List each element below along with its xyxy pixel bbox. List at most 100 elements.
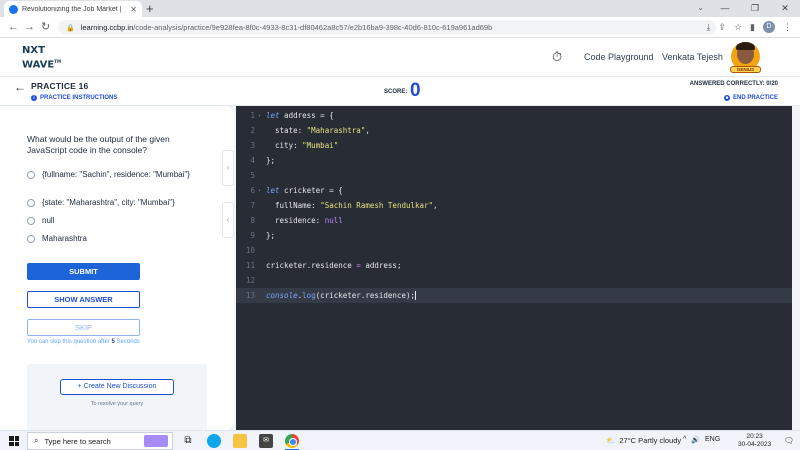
notification-icon[interactable]: 🗨 bbox=[784, 436, 794, 445]
avatar-hair bbox=[736, 42, 755, 50]
app-header: NXT WAVETM ⏱ Code Playground Venkata Tej… bbox=[0, 38, 800, 77]
skip-note-seconds: 5 bbox=[111, 339, 115, 345]
clock-date: 30-04-2023 bbox=[738, 441, 772, 448]
code-line: 3 city: "Mumbai" bbox=[236, 138, 792, 153]
back-icon[interactable]: ← bbox=[14, 80, 26, 94]
tab-search-icon[interactable]: ⌄ bbox=[697, 3, 704, 12]
line-number: 2 bbox=[250, 126, 255, 135]
question-panel: What would be the output of the given Ja… bbox=[0, 106, 234, 430]
main-content: What would be the output of the given Ja… bbox=[0, 106, 800, 430]
timer-icon[interactable]: ⏱ bbox=[552, 49, 562, 65]
forward-arrow-icon[interactable]: → bbox=[24, 20, 35, 34]
browser-tab-bar: Revolutionizing the Job Market | ✕ + ⌄ —… bbox=[0, 0, 800, 17]
clock[interactable]: 20:23 30-04-2023 bbox=[738, 433, 771, 449]
weather-text: 27°C Partly cloudy bbox=[619, 436, 682, 445]
collapse-left-icon[interactable]: ‹ bbox=[222, 202, 234, 238]
practice-instructions-label: PRACTICE INSTRUCTIONS bbox=[40, 95, 118, 101]
option-3[interactable]: null bbox=[27, 216, 54, 226]
line-number: 4 bbox=[250, 156, 255, 165]
line-number: 5 bbox=[250, 171, 255, 180]
option-2[interactable]: {state: "Maharashtra", city: "Mumbai"} bbox=[27, 198, 175, 208]
back-arrow-icon[interactable]: ← bbox=[8, 20, 19, 34]
practice-bar: ← PRACTICE 16 i PRACTICE INSTRUCTIONS SC… bbox=[0, 77, 800, 106]
create-discussion-button[interactable]: + Create New Discussion bbox=[60, 379, 174, 395]
url-host: learning.ccbp.in bbox=[80, 23, 134, 32]
answered-correctly: ANSWERED CORRECTLY: 0/20 bbox=[689, 81, 778, 87]
taskbar-search[interactable]: ⌕ Type here to search bbox=[27, 432, 173, 450]
code-line: 7 fullName: "Sachin Ramesh Tendulkar", bbox=[236, 198, 792, 213]
search-highlight-icon bbox=[144, 435, 168, 447]
close-window-icon[interactable]: ✕ bbox=[770, 0, 800, 17]
collapse-right-icon[interactable]: › bbox=[222, 150, 234, 186]
chrome-icon[interactable] bbox=[285, 434, 299, 448]
line-number: 11 bbox=[245, 261, 255, 270]
submit-button[interactable]: SUBMIT bbox=[27, 263, 140, 280]
line-number: 12 bbox=[245, 276, 255, 285]
reload-icon[interactable]: ↻ bbox=[41, 20, 50, 34]
system-tray: ^ 🔊 ENG bbox=[683, 436, 720, 444]
code-line: 9 }; bbox=[236, 228, 792, 243]
code-playground-link[interactable]: Code Playground bbox=[584, 52, 654, 62]
end-practice-button[interactable]: ■ END PRACTICE bbox=[723, 95, 778, 101]
lock-icon[interactable]: 🔒 bbox=[66, 24, 75, 32]
task-view-icon[interactable]: ⧉ bbox=[181, 434, 195, 448]
line-number: 8 bbox=[250, 216, 255, 225]
show-answer-button[interactable]: SHOW ANSWER bbox=[27, 291, 140, 308]
favicon-icon bbox=[9, 4, 18, 14]
option-1[interactable]: {fullname: "Sachin", residence: "Mumbai"… bbox=[27, 170, 202, 180]
score-label: SCORE: bbox=[384, 89, 408, 95]
radio-button[interactable] bbox=[27, 217, 35, 225]
sidepanel-icon[interactable]: ▮ bbox=[750, 20, 755, 34]
address-bar[interactable]: 🔒 learning.ccbp.in /code-analysis/practi… bbox=[58, 20, 716, 35]
radio-button[interactable] bbox=[27, 171, 35, 179]
text-cursor bbox=[415, 291, 417, 301]
line-number: 1 bbox=[250, 111, 255, 120]
maximize-icon[interactable]: ❐ bbox=[740, 0, 770, 17]
logo-line1: NXT bbox=[22, 45, 45, 56]
tab-title: Revolutionizing the Job Market | bbox=[22, 5, 122, 13]
code-line: 4 }; bbox=[236, 153, 792, 168]
logo-line2: WAVE bbox=[22, 59, 55, 71]
speaker-icon[interactable]: 🔊 bbox=[691, 436, 700, 444]
code-line: 12 bbox=[236, 273, 792, 288]
language-indicator[interactable]: ENG bbox=[705, 436, 720, 444]
share-icon[interactable]: ⇪ bbox=[718, 20, 726, 34]
question-text: What would be the output of the given Ja… bbox=[27, 134, 170, 155]
menu-icon[interactable]: ⋮ bbox=[783, 20, 792, 34]
weather-widget[interactable]: ⛅ 27°C Partly cloudy bbox=[606, 436, 681, 445]
practice-instructions-link[interactable]: i PRACTICE INSTRUCTIONS bbox=[31, 95, 117, 101]
install-icon[interactable]: ⤓ bbox=[706, 20, 710, 34]
skip-note-suffix: Seconds bbox=[116, 339, 140, 345]
minimize-icon[interactable]: — bbox=[710, 0, 740, 17]
file-explorer-icon[interactable] bbox=[233, 434, 247, 448]
skip-note: You can skip this question after 5 Secon… bbox=[27, 339, 140, 345]
option-label: Maharashtra bbox=[42, 234, 87, 243]
windows-start-icon[interactable] bbox=[9, 436, 19, 446]
tray-up-icon[interactable]: ^ bbox=[683, 436, 686, 444]
mail-icon[interactable]: ✉ bbox=[259, 434, 273, 448]
option-label: {fullname: "Sachin", residence: "Mumbai"… bbox=[42, 170, 190, 179]
taskbar: ⌕ Type here to search ⧉ ✉ ⛅ 27°C Partly … bbox=[0, 430, 800, 450]
star-icon[interactable]: ☆ bbox=[734, 20, 742, 34]
new-tab-icon[interactable]: + bbox=[146, 1, 154, 16]
user-name[interactable]: Venkata Tejesh bbox=[662, 52, 723, 62]
skip-button[interactable]: SKIP bbox=[27, 319, 140, 336]
weather-icon: ⛅ bbox=[606, 436, 616, 445]
edge-icon[interactable] bbox=[207, 434, 221, 448]
discussion-hint: To resolve your query bbox=[90, 401, 144, 407]
code-line-active: 13 console.log(cricketer.residence); bbox=[236, 288, 792, 303]
profile-avatar[interactable]: D bbox=[763, 21, 775, 33]
browser-tab[interactable]: Revolutionizing the Job Market | ✕ bbox=[4, 1, 142, 17]
option-4[interactable]: Maharashtra bbox=[27, 234, 87, 244]
window-controls: — ❐ ✕ bbox=[710, 0, 800, 17]
browser-toolbar: ← → ↻ 🔒 learning.ccbp.in /code-analysis/… bbox=[0, 17, 800, 38]
close-tab-icon[interactable]: ✕ bbox=[130, 5, 137, 14]
clock-time: 20:23 bbox=[746, 433, 763, 440]
line-number: 13 bbox=[245, 291, 255, 300]
code-editor[interactable]: 1 ▾ let address = { 2 state: "Maharashtra… bbox=[236, 106, 792, 430]
line-number: 10 bbox=[245, 246, 255, 255]
nxtwave-logo[interactable]: NXT WAVETM bbox=[22, 45, 61, 70]
radio-button[interactable] bbox=[27, 235, 35, 243]
radio-button[interactable] bbox=[27, 199, 35, 207]
line-number: 7 bbox=[250, 201, 255, 210]
